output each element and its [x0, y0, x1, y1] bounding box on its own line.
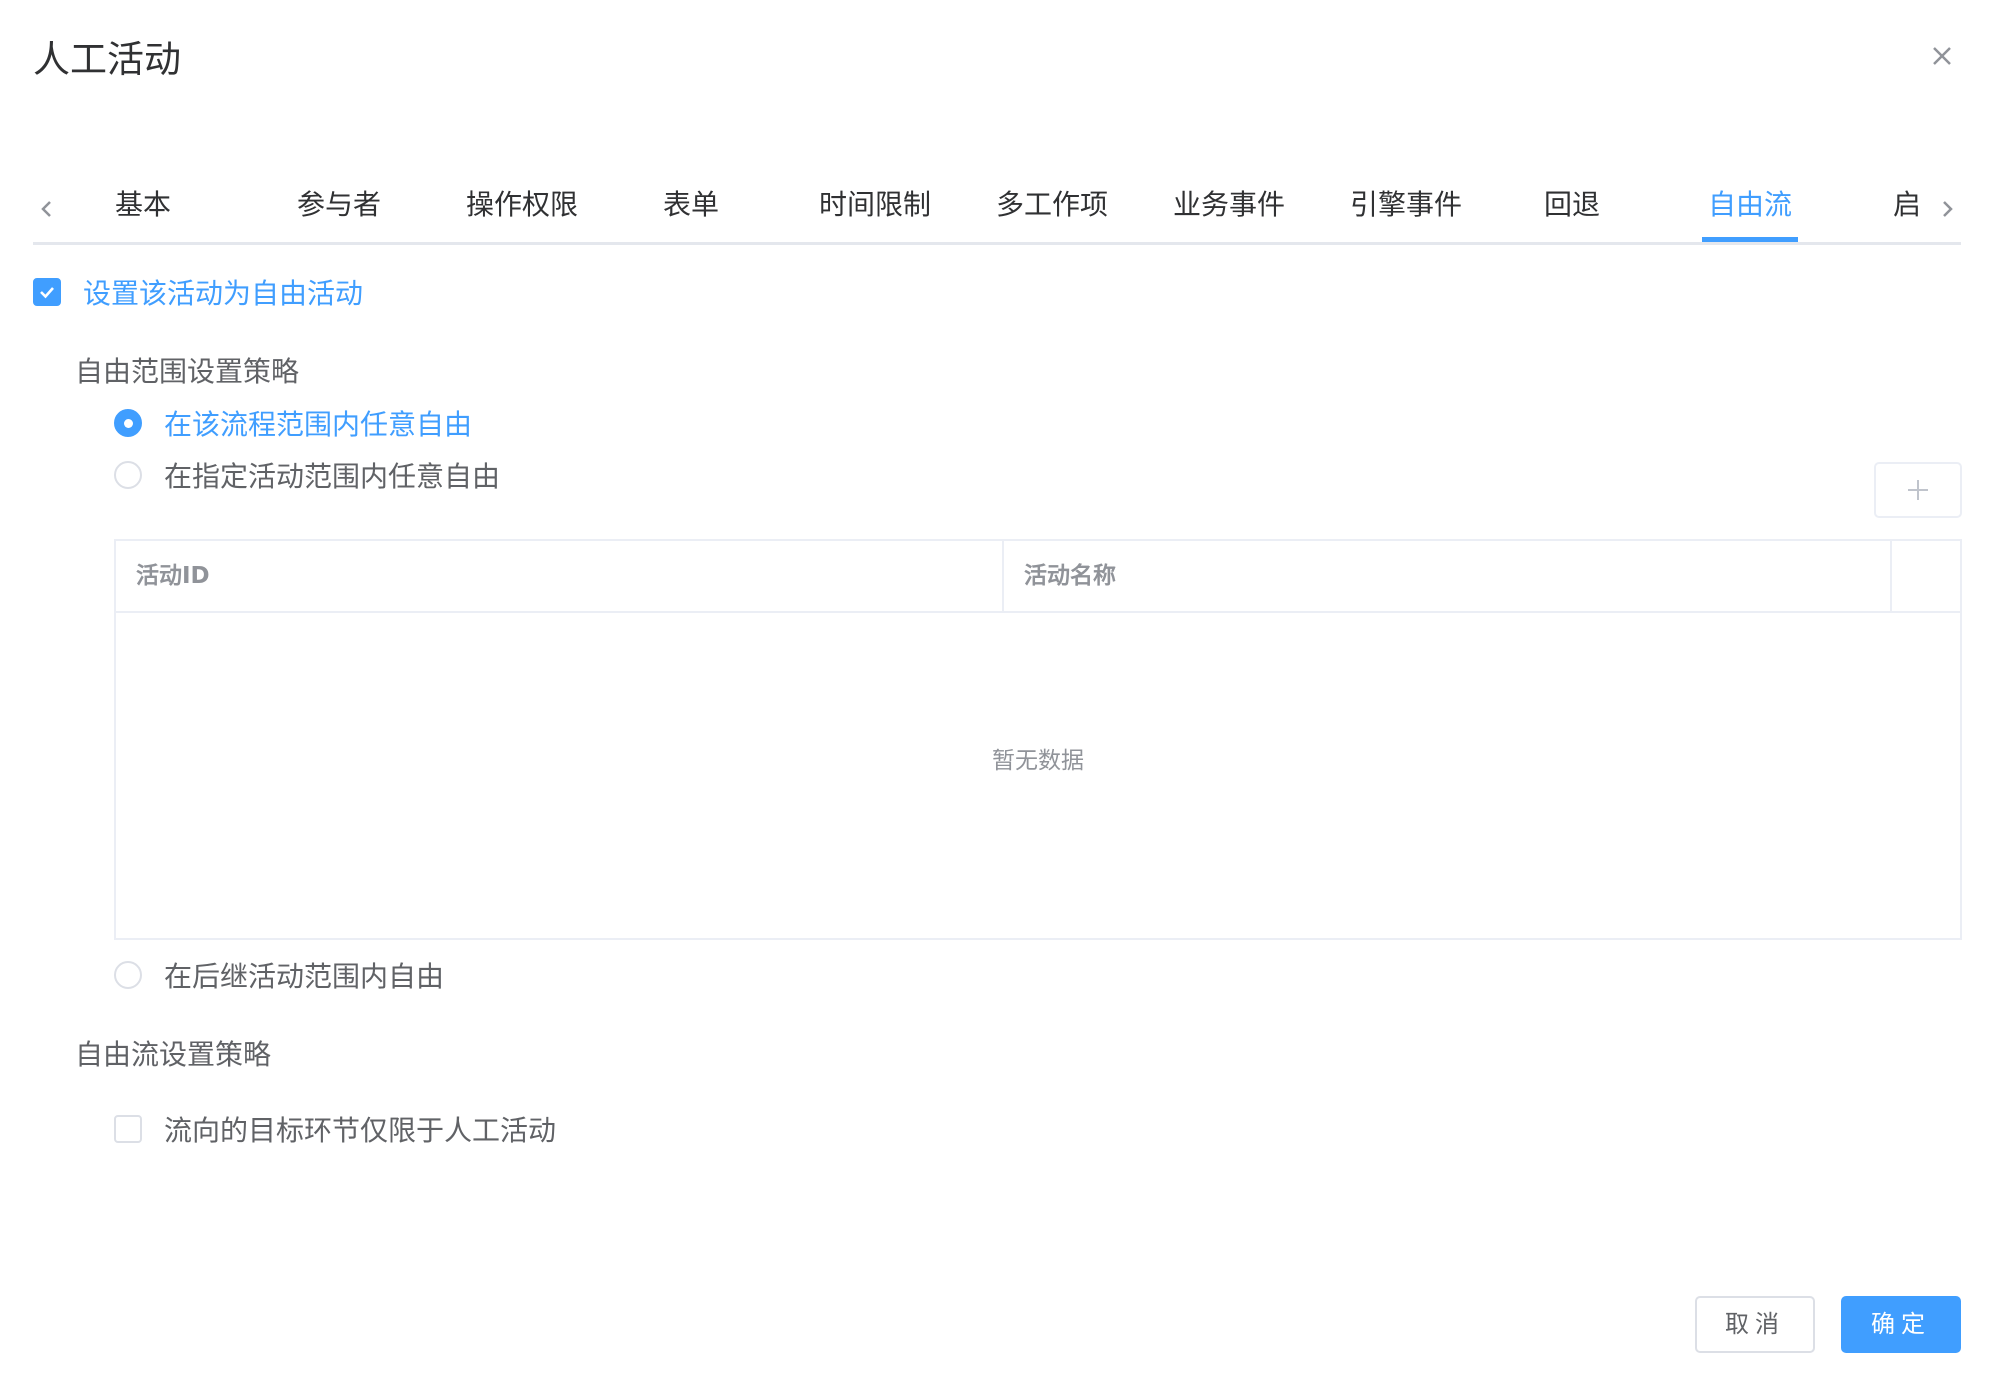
manual-target-checkbox-row[interactable]: 流向的目标环节仅限于人工活动 — [114, 1109, 556, 1149]
column-header-activity-id: 活动ID — [116, 541, 1004, 611]
tab-participants[interactable]: 参与者 — [297, 175, 381, 242]
dialog: 人工活动 基本 参与者 操作权限 表单 时间限制 多工作项 业务事件 引擎事件 … — [0, 0, 1989, 1385]
column-header-actions — [1892, 541, 1960, 611]
chevron-right-icon — [1943, 201, 1953, 217]
scope-strategy-heading: 自由范围设置策略 — [75, 355, 300, 388]
check-icon — [40, 287, 54, 299]
scope-option-process-radio[interactable] — [114, 409, 142, 437]
active-tab-indicator — [1702, 237, 1798, 242]
add-activity-button[interactable] — [1874, 462, 1962, 518]
scope-option-process-label: 在该流程范围内任意自由 — [164, 408, 473, 441]
manual-target-checkbox[interactable] — [114, 1115, 142, 1143]
tab-rollback[interactable]: 回退 — [1544, 175, 1600, 242]
tab-multi-workitem[interactable]: 多工作项 — [996, 175, 1108, 242]
tab-prev-button[interactable] — [33, 189, 61, 229]
activity-table: 活动ID 活动名称 暂无数据 — [114, 539, 1962, 940]
tab-permissions[interactable]: 操作权限 — [466, 175, 578, 242]
tab-time-limit[interactable]: 时间限制 — [819, 175, 931, 242]
free-activity-label: 设置该活动为自由活动 — [83, 277, 364, 310]
column-header-activity-name: 活动名称 — [1004, 541, 1892, 611]
tab-free-flow[interactable]: 自由流 — [1708, 175, 1792, 242]
plus-icon — [1908, 480, 1928, 500]
flow-strategy-heading: 自由流设置策略 — [75, 1038, 272, 1071]
table-header: 活动ID 活动名称 — [116, 541, 1960, 613]
scope-option-process[interactable]: 在该流程范围内任意自由 — [114, 403, 472, 443]
scope-option-successor-label: 在后继活动范围内自由 — [164, 960, 445, 993]
tab-basic[interactable]: 基本 — [115, 175, 171, 242]
manual-target-label: 流向的目标环节仅限于人工活动 — [164, 1114, 557, 1147]
tab-engine-events[interactable]: 引擎事件 — [1350, 175, 1462, 242]
scope-option-successor[interactable]: 在后继活动范围内自由 — [114, 955, 444, 995]
confirm-button[interactable]: 确定 — [1841, 1296, 1961, 1353]
tab-start[interactable]: 启 — [1893, 175, 1921, 242]
cancel-button[interactable]: 取消 — [1695, 1296, 1815, 1353]
free-activity-checkbox[interactable] — [33, 278, 61, 306]
dialog-title: 人工活动 — [33, 38, 181, 81]
chevron-left-icon — [41, 201, 51, 217]
close-icon — [1933, 47, 1951, 65]
scope-option-specified-label: 在指定活动范围内任意自由 — [164, 460, 501, 493]
scope-option-successor-radio[interactable] — [114, 961, 142, 989]
tab-bar: 基本 参与者 操作权限 表单 时间限制 多工作项 业务事件 引擎事件 回退 自由… — [33, 175, 1961, 245]
tab-business-events[interactable]: 业务事件 — [1173, 175, 1285, 242]
tab-form[interactable]: 表单 — [663, 175, 719, 242]
tab-next-button[interactable] — [1933, 189, 1961, 229]
close-button[interactable] — [1922, 36, 1962, 76]
free-activity-checkbox-row[interactable]: 设置该活动为自由活动 — [33, 272, 363, 312]
scope-option-specified-radio[interactable] — [114, 461, 142, 489]
scope-option-specified[interactable]: 在指定活动范围内任意自由 — [114, 455, 500, 495]
table-empty-text: 暂无数据 — [992, 748, 1084, 774]
